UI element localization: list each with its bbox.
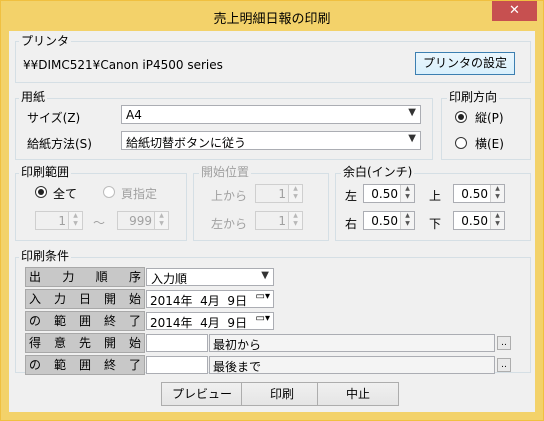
margin-top-spinner[interactable]: 0.50 ▲ ▼ [453, 184, 505, 203]
customer-end-value: 最後まで [213, 360, 262, 374]
range-pages-label: 頁指定 [121, 187, 158, 201]
margin-left-spinner[interactable]: 0.50 ▲ ▼ [363, 184, 415, 203]
customer-start-name: 最初から [209, 334, 495, 352]
calendar-dropdown-icon: ▭▾ [255, 313, 270, 324]
spin-arrows-icon: ▲ ▼ [288, 185, 302, 202]
chevron-down-icon: ▼ [408, 133, 416, 144]
start-left-label: 左から [211, 217, 248, 231]
print-dialog: 売上明細日報の印刷 ✕ プリンタ ¥¥DIMC521¥Canon iP4500 … [0, 0, 544, 421]
margin-top-label: 上 [429, 189, 442, 203]
spin-arrows-icon: ▲ ▼ [154, 212, 168, 229]
date-end-value: 2014年 4月 9日 [150, 316, 248, 330]
customer-start-value: 最初から [213, 338, 262, 352]
chevron-down-icon: ▼ [261, 270, 269, 281]
margin-right-spinner[interactable]: 0.50 ▲ ▼ [363, 211, 415, 230]
calendar-dropdown-icon: ▭▾ [255, 291, 270, 302]
preview-button[interactable]: プレビュー [161, 382, 243, 406]
margin-bottom-label: 下 [429, 217, 442, 231]
range-pages-radio[interactable] [103, 186, 115, 198]
portrait-label: 縦(P) [475, 111, 504, 125]
margin-right-value: 0.50 [371, 214, 398, 228]
range-all-radio[interactable] [35, 186, 47, 198]
spin-arrows-icon: ▲ ▼ [400, 185, 414, 202]
start-top-spinner[interactable]: 1 ▲ ▼ [255, 184, 303, 203]
start-position-label: 開始位置 [199, 165, 252, 179]
start-left-spinner[interactable]: 1 ▲ ▼ [255, 211, 303, 230]
date-start-header: 入力日開始 [25, 289, 145, 309]
date-end-picker[interactable]: 2014年 4月 9日 ▭▾ [146, 312, 274, 330]
chevron-down-icon: ▼ [408, 107, 416, 118]
printer-name: ¥¥DIMC521¥Canon iP4500 series [23, 58, 223, 72]
paper-size-value: A4 [126, 108, 142, 122]
range-from-value: 1 [58, 214, 66, 228]
date-start-picker[interactable]: 2014年 4月 9日 ▭▾ [146, 290, 274, 308]
margin-left-value: 0.50 [371, 187, 398, 201]
start-left-value: 1 [278, 214, 286, 228]
margin-left-label: 左 [345, 189, 358, 203]
paper-feed-value: 給紙切替ボタンに従う [126, 136, 247, 150]
range-from-spinner[interactable]: 1 ▲ ▼ [35, 211, 83, 230]
paper-size-select[interactable]: A4 ▼ [121, 105, 421, 124]
dialog-body: プリンタ ¥¥DIMC521¥Canon iP4500 series プリンタの… [9, 31, 535, 412]
spin-arrows-icon: ▲ ▼ [400, 212, 414, 229]
order-header: 出力順序 [25, 267, 145, 287]
customer-end-name: 最後まで [209, 356, 495, 374]
spin-arrows-icon: ▲ ▼ [68, 212, 82, 229]
paper-feed-label: 給紙方法(S) [27, 137, 92, 151]
range-to-spinner[interactable]: 999 ▲ ▼ [117, 211, 169, 230]
range-separator: ～ [93, 216, 106, 230]
customer-end-code-input[interactable] [146, 356, 208, 374]
customer-end-browse-button[interactable]: .. [497, 358, 511, 372]
customer-start-browse-button[interactable]: .. [497, 336, 511, 350]
range-all-label: 全て [53, 187, 78, 201]
paper-feed-select[interactable]: 給紙切替ボタンに従う ▼ [121, 131, 421, 150]
landscape-radio[interactable] [455, 137, 467, 149]
printer-settings-button[interactable]: プリンタの設定 [415, 52, 515, 75]
cancel-button[interactable]: 中止 [317, 382, 399, 406]
customer-end-header: の範囲終了 [25, 355, 145, 375]
close-button[interactable]: ✕ [492, 1, 537, 21]
customer-start-code-input[interactable] [146, 334, 208, 352]
printer-group-label: プリンタ [19, 34, 72, 48]
print-conditions-label: 印刷条件 [19, 249, 72, 263]
margin-right-label: 右 [345, 217, 358, 231]
spin-arrows-icon: ▲ ▼ [490, 212, 504, 229]
spin-arrows-icon: ▲ ▼ [490, 185, 504, 202]
margin-top-value: 0.50 [461, 187, 488, 201]
margin-bottom-value: 0.50 [461, 214, 488, 228]
window-title: 売上明細日報の印刷 [213, 12, 331, 27]
range-to-value: 999 [129, 214, 152, 228]
print-range-label: 印刷範囲 [19, 165, 72, 179]
spin-arrows-icon: ▲ ▼ [288, 212, 302, 229]
start-top-value: 1 [278, 187, 286, 201]
customer-start-header: 得意先開始 [25, 333, 145, 353]
order-select[interactable]: 入力順 ▼ [146, 268, 274, 286]
start-top-label: 上から [211, 189, 248, 203]
portrait-radio[interactable] [455, 111, 467, 123]
print-button[interactable]: 印刷 [241, 382, 323, 406]
title-bar: 売上明細日報の印刷 ✕ [1, 1, 543, 31]
paper-group-label: 用紙 [19, 90, 48, 104]
order-value: 入力順 [151, 272, 188, 286]
margin-bottom-spinner[interactable]: 0.50 ▲ ▼ [453, 211, 505, 230]
date-start-value: 2014年 4月 9日 [150, 294, 248, 308]
orientation-group-label: 印刷方向 [447, 90, 500, 104]
paper-size-label: サイズ(Z) [27, 111, 81, 125]
margins-label: 余白(インチ) [341, 165, 415, 179]
date-end-header: の範囲終了 [25, 311, 145, 331]
landscape-label: 横(E) [475, 137, 504, 151]
